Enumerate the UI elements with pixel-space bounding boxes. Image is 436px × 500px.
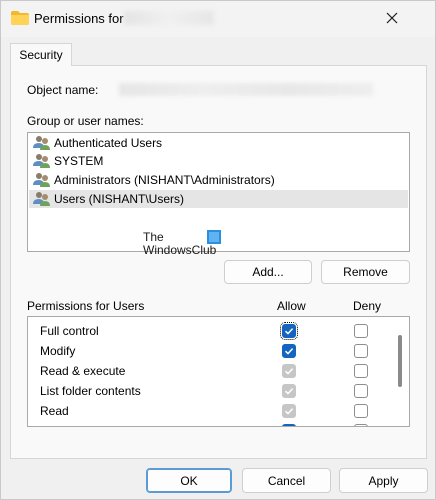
allow-checkbox[interactable] bbox=[282, 344, 296, 358]
windowsclub-logo-icon bbox=[207, 230, 221, 244]
window-title: Permissions for bbox=[34, 11, 124, 26]
remove-button[interactable]: Remove bbox=[321, 260, 410, 284]
add-button[interactable]: Add... bbox=[224, 260, 312, 284]
permission-name: Read bbox=[40, 404, 69, 418]
allow-checkbox[interactable] bbox=[282, 404, 296, 418]
user-name: Authenticated Users bbox=[54, 136, 163, 150]
deny-checkbox[interactable] bbox=[354, 364, 368, 378]
group-names-label: Group or user names: bbox=[27, 114, 144, 128]
close-icon bbox=[386, 12, 398, 24]
folder-icon bbox=[11, 11, 29, 25]
watermark: The WindowsClub bbox=[143, 231, 216, 257]
checkmark-icon bbox=[284, 388, 294, 395]
tab-security[interactable]: Security bbox=[10, 43, 72, 66]
permission-row: Full control bbox=[28, 321, 398, 341]
ok-button[interactable]: OK bbox=[146, 468, 232, 493]
permission-row: Write bbox=[28, 421, 398, 427]
permission-name: List folder contents bbox=[40, 384, 141, 398]
user-row-authenticated-users[interactable]: Authenticated Users bbox=[29, 134, 408, 152]
users-group-icon bbox=[33, 136, 50, 150]
user-name: Administrators (NISHANT\Administrators) bbox=[54, 173, 275, 187]
user-name: Users (NISHANT\Users) bbox=[54, 192, 185, 206]
checkmark-icon bbox=[284, 368, 294, 375]
title-bar[interactable]: Permissions for bbox=[1, 1, 435, 37]
users-group-icon bbox=[33, 192, 50, 206]
deny-column-header: Deny bbox=[353, 299, 382, 313]
permissions-header: Permissions for Users bbox=[27, 299, 145, 313]
allow-checkbox[interactable] bbox=[282, 384, 296, 398]
checkmark-icon bbox=[284, 348, 294, 355]
allow-checkbox[interactable] bbox=[282, 424, 296, 427]
checkmark-icon bbox=[284, 328, 294, 335]
close-button[interactable] bbox=[377, 3, 407, 33]
deny-checkbox[interactable] bbox=[354, 424, 368, 426]
scroll-thumb[interactable] bbox=[398, 335, 402, 387]
permission-row: Read bbox=[28, 401, 398, 421]
user-name: SYSTEM bbox=[54, 154, 104, 168]
deny-checkbox[interactable] bbox=[354, 324, 368, 338]
title-object-redacted bbox=[124, 11, 214, 25]
watermark-line-2: WindowsClub bbox=[143, 243, 217, 257]
apply-button[interactable]: Apply bbox=[339, 468, 428, 493]
cancel-button[interactable]: Cancel bbox=[242, 468, 331, 493]
deny-checkbox[interactable] bbox=[354, 344, 368, 358]
permissions-dialog: Permissions for Security Object name: Gr… bbox=[0, 0, 436, 500]
checkmark-icon bbox=[284, 408, 294, 415]
deny-checkbox[interactable] bbox=[354, 404, 368, 418]
permission-row: Read & execute bbox=[28, 361, 398, 381]
user-row-administrators[interactable]: Administrators (NISHANT\Administrators) bbox=[29, 171, 408, 189]
permission-name: Read & execute bbox=[40, 364, 126, 378]
permission-name: Modify bbox=[40, 344, 76, 358]
permissions-scrollbar[interactable] bbox=[396, 317, 408, 425]
deny-checkbox[interactable] bbox=[354, 384, 368, 398]
permission-row: Modify bbox=[28, 341, 398, 361]
users-group-icon bbox=[33, 154, 50, 168]
object-name-value-redacted bbox=[119, 83, 373, 96]
user-row-users[interactable]: Users (NISHANT\Users) bbox=[29, 190, 408, 208]
allow-checkbox[interactable] bbox=[282, 364, 296, 378]
permission-name: Full control bbox=[40, 324, 99, 338]
users-group-icon bbox=[33, 173, 50, 187]
object-name-label: Object name: bbox=[27, 83, 99, 97]
allow-column-header: Allow bbox=[277, 299, 306, 313]
user-row-system[interactable]: SYSTEM bbox=[29, 152, 408, 170]
permission-row: List folder contents bbox=[28, 381, 398, 401]
permission-name: Write bbox=[40, 424, 68, 426]
permissions-table[interactable]: Full control Modify Read & execute List fol… bbox=[27, 316, 410, 427]
checkmark-icon bbox=[284, 426, 294, 427]
allow-checkbox[interactable] bbox=[280, 322, 298, 340]
